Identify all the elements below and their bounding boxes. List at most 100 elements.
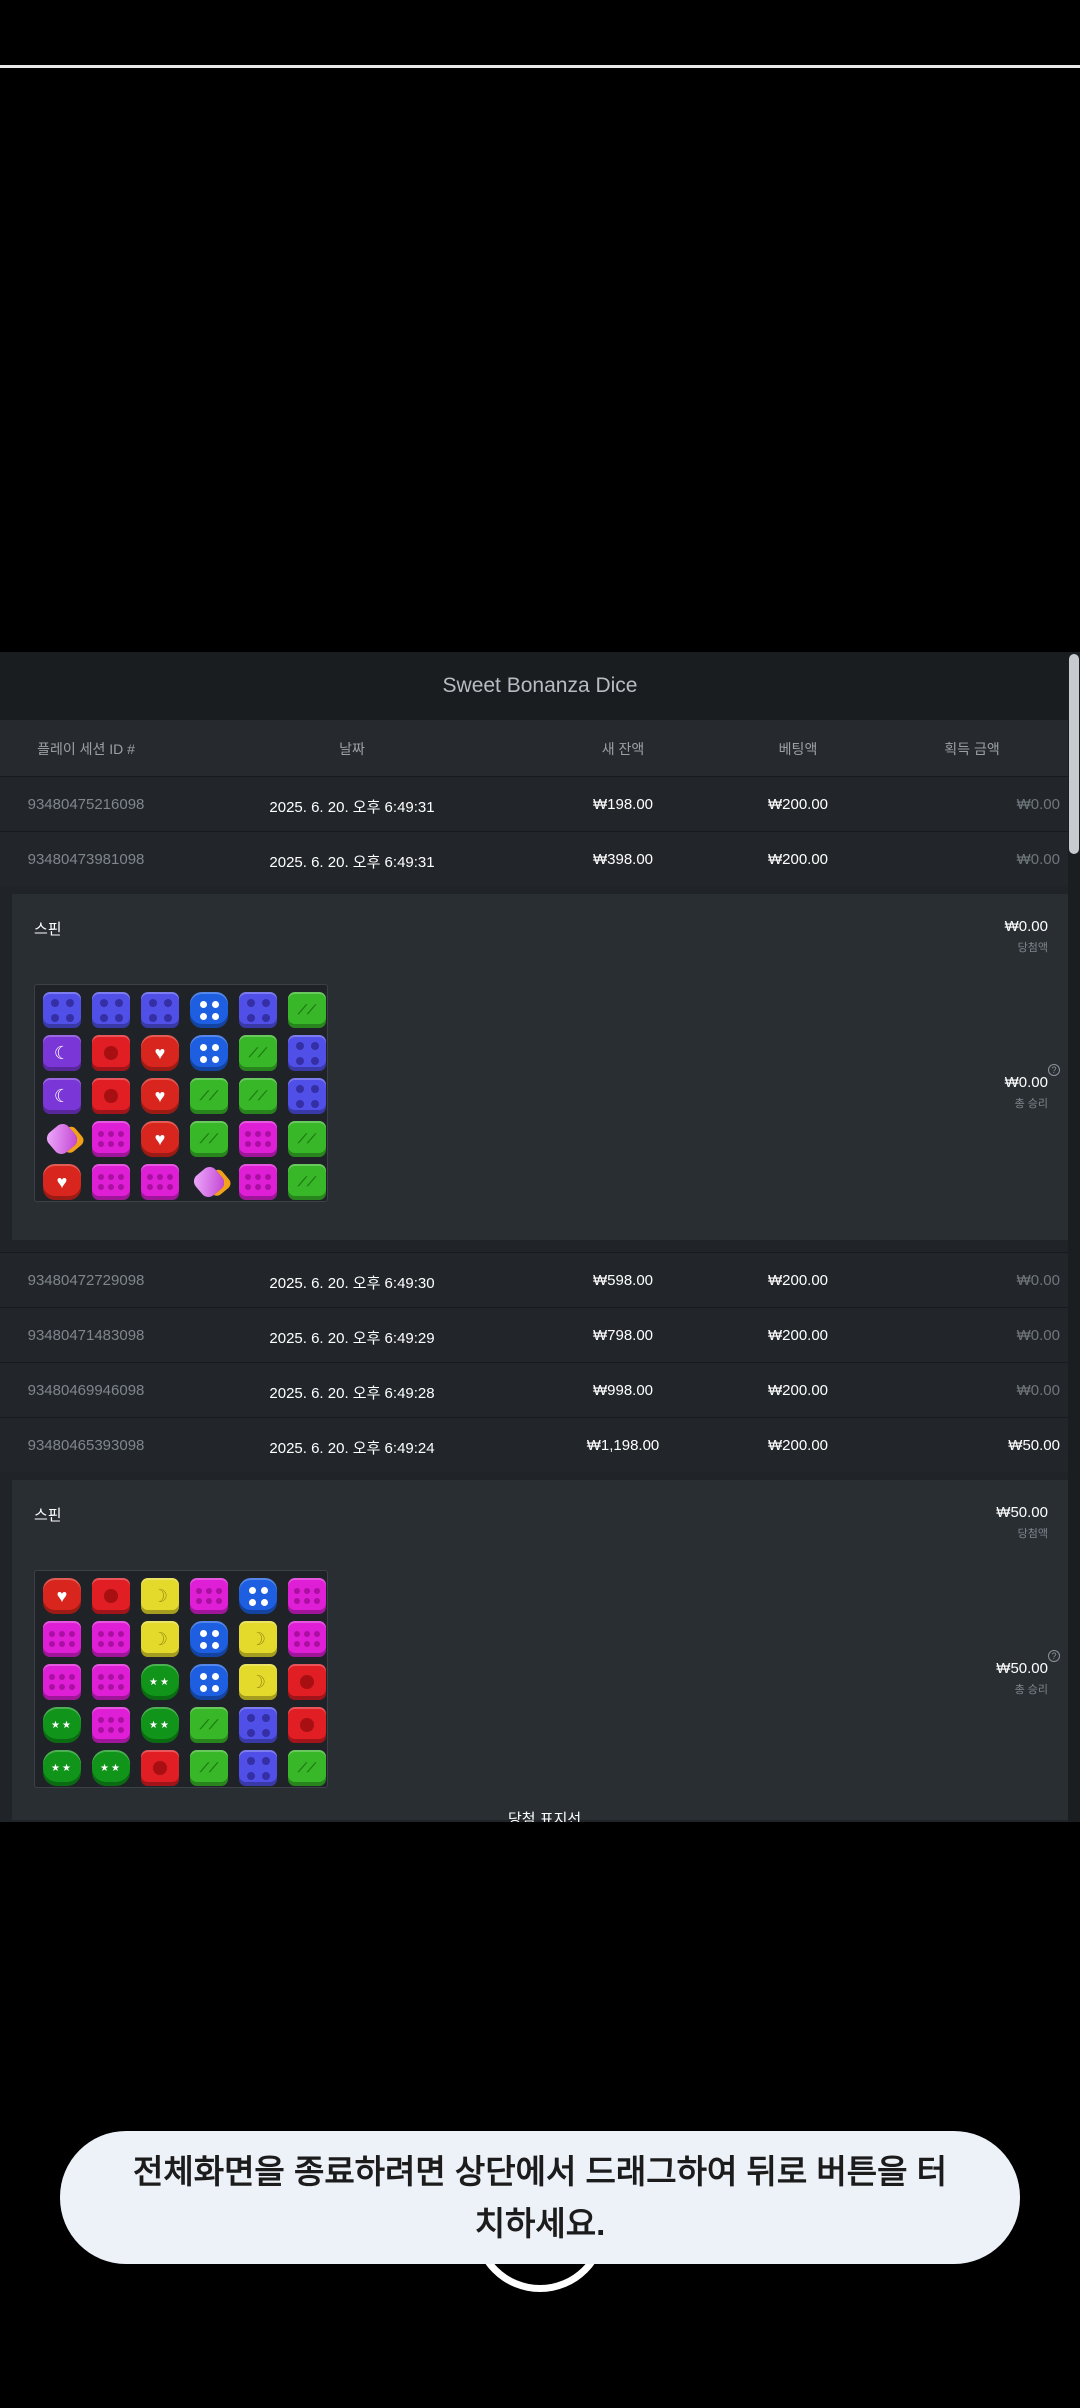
session-id: 93480472729098 <box>27 1272 145 1289</box>
date: 2025. 6. 20. 오후 6:49:31 <box>269 854 435 871</box>
total-win: ₩0.00 <box>1004 1074 1048 1091</box>
green-symbol-icon: ⟋⟋ <box>190 1750 228 1786</box>
win: ₩0.00 <box>1016 1382 1060 1399</box>
win: ₩50.00 <box>1008 1437 1060 1454</box>
table-row[interactable]: 93480473981098 2025. 6. 20. 오후 6:49:31 ₩… <box>0 831 1068 886</box>
help-icon[interactable]: ? <box>1048 1064 1060 1076</box>
table-row[interactable]: 93480472729098 2025. 6. 20. 오후 6:49:30 ₩… <box>0 1252 1068 1307</box>
session-id: 93480471483098 <box>27 1327 145 1344</box>
yellow-symbol-icon: ☽ <box>141 1621 179 1657</box>
redheart-symbol-icon: ♥ <box>43 1578 81 1614</box>
top-divider <box>0 65 1080 68</box>
green-symbol-icon: ⟋⟋ <box>288 1121 326 1157</box>
balance: ₩998.00 <box>592 1382 654 1399</box>
green-symbol-icon: ⟋⟋ <box>288 1164 326 1200</box>
green-symbol-icon: ⟋⟋ <box>190 1121 228 1157</box>
date: 2025. 6. 20. 오후 6:49:30 <box>269 1275 435 1292</box>
dblue-symbol-icon <box>190 992 228 1028</box>
column-header-row: 플레이 세션 ID # 날짜 새 잔액 베팅액 획득 금액 <box>0 720 1068 776</box>
balance: ₩398.00 <box>592 851 654 868</box>
bet: ₩200.00 <box>767 1327 829 1344</box>
blue-symbol-icon <box>288 1078 326 1114</box>
total-win-label: 총 승리 <box>1014 1098 1048 1110</box>
table-row[interactable]: 93480465393098 2025. 6. 20. 오후 6:49:24 ₩… <box>0 1417 1068 1472</box>
magenta-symbol-icon <box>239 1121 277 1157</box>
bet: ₩200.00 <box>767 1382 829 1399</box>
blue-symbol-icon <box>239 1750 277 1786</box>
table-row[interactable]: 93480471483098 2025. 6. 20. 오후 6:49:29 ₩… <box>0 1307 1068 1362</box>
result-board: ⟋⟋ ☾ ♥ ⟋⟋ ☾ ♥ ⟋⟋ ⟋⟋ ♥ ⟋⟋ ⟋⟋ ♥ ⟋⟋ <box>34 984 328 1202</box>
blue-symbol-icon <box>43 992 81 1028</box>
blue-symbol-icon <box>141 992 179 1028</box>
game-title: Sweet Bonanza Dice <box>442 674 638 697</box>
yellow-symbol-icon: ☽ <box>239 1621 277 1657</box>
red-symbol-icon <box>288 1707 326 1743</box>
dgreen-symbol-icon: ★★ <box>92 1750 130 1786</box>
session-id: 93480473981098 <box>27 851 145 868</box>
spin-detail: 스핀 ₩0.00 당첨액 ⟋⟋ ☾ ♥ ⟋⟋ ☾ ♥ ⟋⟋ ⟋⟋ ♥ ⟋⟋ ⟋⟋ ♥ ⟋⟋ ₩0.00 … <box>12 894 1068 1240</box>
balance: ₩798.00 <box>592 1327 654 1344</box>
date: 2025. 6. 20. 오후 6:49:28 <box>269 1385 435 1402</box>
table-row[interactable]: 93480475216098 2025. 6. 20. 오후 6:49:31 ₩… <box>0 776 1068 831</box>
magenta-symbol-icon <box>288 1578 326 1614</box>
date: 2025. 6. 20. 오후 6:49:31 <box>269 799 435 816</box>
spin-label: 스핀 <box>34 921 62 938</box>
purple-symbol-icon: ☾ <box>43 1078 81 1114</box>
column-balance: 새 잔액 <box>601 741 645 757</box>
red-symbol-icon <box>92 1035 130 1071</box>
spin-detail: 스핀 ₩50.00 당첨액 ♥ ☽ ☽ ☽ ★★ ☽ ★★ ★★ ⟋⟋ ★★ ★★ ⟋⟋ ⟋⟋ ₩50.… <box>12 1480 1068 1822</box>
win-amount: ₩0.00 <box>1004 918 1048 935</box>
red-symbol-icon <box>288 1664 326 1700</box>
blue-symbol-icon <box>239 1707 277 1743</box>
purple-symbol-icon: ☾ <box>43 1035 81 1071</box>
dblue-symbol-icon <box>190 1035 228 1071</box>
session-id: 93480469946098 <box>27 1382 145 1399</box>
yellow-symbol-icon: ☽ <box>239 1664 277 1700</box>
magenta-symbol-icon <box>92 1707 130 1743</box>
magenta-symbol-icon <box>92 1621 130 1657</box>
red-symbol-icon <box>141 1750 179 1786</box>
win-amount: ₩50.00 <box>996 1504 1048 1521</box>
dgreen-symbol-icon: ★★ <box>43 1750 81 1786</box>
result-board: ♥ ☽ ☽ ☽ ★★ ☽ ★★ ★★ ⟋⟋ ★★ ★★ ⟋⟋ ⟋⟋ <box>34 1570 328 1788</box>
dblue-symbol-icon <box>190 1621 228 1657</box>
bet: ₩200.00 <box>767 851 829 868</box>
magenta-symbol-icon <box>92 1164 130 1200</box>
magenta-symbol-icon <box>141 1164 179 1200</box>
blue-symbol-icon <box>288 1035 326 1071</box>
redheart-symbol-icon: ♥ <box>141 1078 179 1114</box>
win: ₩0.00 <box>1016 1327 1060 1344</box>
spin-label: 스핀 <box>34 1507 62 1524</box>
green-symbol-icon: ⟋⟋ <box>190 1078 228 1114</box>
dblue-symbol-icon <box>239 1578 277 1614</box>
paylines-label: 당첨 표지선 <box>508 1811 582 1822</box>
help-icon[interactable]: ? <box>1048 1650 1060 1662</box>
green-symbol-icon: ⟋⟋ <box>190 1707 228 1743</box>
redheart-symbol-icon: ♥ <box>141 1035 179 1071</box>
dblue-symbol-icon <box>190 1664 228 1700</box>
win: ₩0.00 <box>1016 796 1060 813</box>
scrollbar[interactable] <box>1068 652 1080 1822</box>
column-date: 날짜 <box>339 741 365 757</box>
blue-symbol-icon <box>92 992 130 1028</box>
history-header: Sweet Bonanza Dice <box>0 652 1080 720</box>
red-symbol-icon <box>92 1078 130 1114</box>
win-amount-label: 당첨액 <box>1017 1528 1048 1540</box>
dgreen-symbol-icon: ★★ <box>141 1707 179 1743</box>
bet: ₩200.00 <box>767 1272 829 1289</box>
table-row[interactable]: 93480469946098 2025. 6. 20. 오후 6:49:28 ₩… <box>0 1362 1068 1417</box>
toast-message: 전체화면을 종료하려면 상단에서 드래그하여 뒤로 버튼을 터치하세요. <box>132 2152 947 2242</box>
scroll-thumb[interactable] <box>1069 654 1079 854</box>
green-symbol-icon: ⟋⟋ <box>288 1750 326 1786</box>
balance: ₩598.00 <box>592 1272 654 1289</box>
total-win: ₩50.00 <box>996 1660 1048 1677</box>
magenta-symbol-icon <box>288 1621 326 1657</box>
win: ₩0.00 <box>1016 851 1060 868</box>
bet-history-panel: Sweet Bonanza Dice 플레이 세션 ID # 날짜 새 잔액 베… <box>0 652 1080 1822</box>
session-id: 93480465393098 <box>27 1437 145 1454</box>
dgreen-symbol-icon: ★★ <box>141 1664 179 1700</box>
date: 2025. 6. 20. 오후 6:49:24 <box>269 1440 435 1457</box>
bet: ₩200.00 <box>767 1437 829 1454</box>
fullscreen-toast: 전체화면을 종료하려면 상단에서 드래그하여 뒤로 버튼을 터치하세요. <box>60 2131 1020 2264</box>
win-amount-label: 당첨액 <box>1017 942 1048 954</box>
